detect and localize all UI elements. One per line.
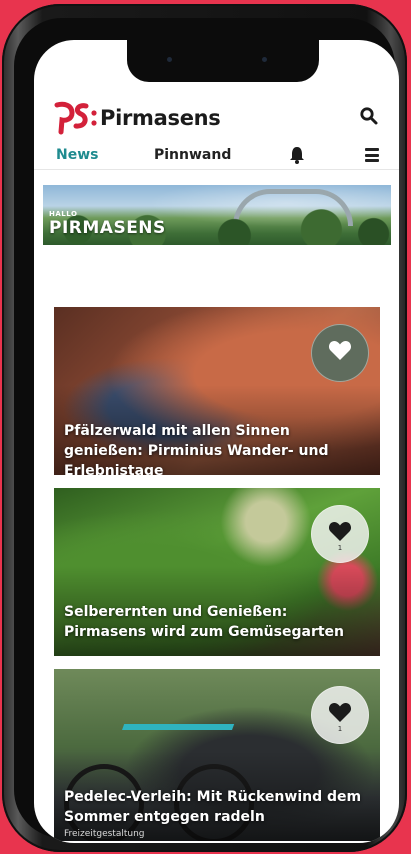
phone-notch bbox=[127, 40, 319, 82]
hallo-pirmasens-banner[interactable]: HALLO PIRMASENS bbox=[43, 185, 391, 245]
app-screen: Pirmasens News Pinnwand HALLO PIRMASENS … bbox=[34, 40, 399, 843]
article-category[interactable]: Freizeitgestaltung bbox=[64, 829, 145, 839]
article-title[interactable]: Pedelec-Verleih: Mit Rückenwind dem Somm… bbox=[64, 787, 370, 827]
search-icon[interactable] bbox=[359, 106, 379, 126]
menu-icon[interactable] bbox=[365, 148, 379, 162]
like-button[interactable] bbox=[311, 324, 369, 382]
banner-title: PIRMASENS bbox=[49, 218, 166, 238]
heart-icon bbox=[328, 341, 352, 360]
article-card[interactable]: 1 Pedelec-Verleih: Mit Rückenwind dem So… bbox=[54, 669, 380, 841]
ps-logo-mark bbox=[54, 101, 98, 135]
like-count: 1 bbox=[337, 544, 343, 552]
app-header: Pirmasens bbox=[34, 98, 399, 138]
banner-small-text: HALLO bbox=[49, 210, 78, 218]
like-button[interactable]: 1 bbox=[311, 686, 369, 744]
article-card[interactable]: 1 Selberernten und Genießen: Pirmasens w… bbox=[54, 488, 380, 656]
like-button[interactable]: 1 bbox=[311, 505, 369, 563]
app-logo[interactable]: Pirmasens bbox=[54, 101, 221, 135]
phone-bezel: Pirmasens News Pinnwand HALLO PIRMASENS … bbox=[14, 18, 399, 843]
heart-icon bbox=[328, 703, 352, 722]
tab-pinnwand[interactable]: Pinnwand bbox=[154, 147, 231, 163]
logo-text: Pirmasens bbox=[100, 106, 221, 130]
like-count: 1 bbox=[337, 725, 343, 733]
article-card[interactable]: Pfälzerwald mit allen Sinnen genießen: P… bbox=[54, 307, 380, 475]
article-title[interactable]: Selberernten und Genießen: Pirmasens wir… bbox=[64, 602, 370, 642]
article-title[interactable]: Pfälzerwald mit allen Sinnen genießen: P… bbox=[64, 421, 370, 475]
main-nav: News Pinnwand bbox=[34, 141, 399, 170]
bell-icon[interactable] bbox=[289, 146, 305, 164]
tab-news[interactable]: News bbox=[56, 147, 98, 163]
phone-frame: Pirmasens News Pinnwand HALLO PIRMASENS … bbox=[2, 4, 407, 852]
heart-icon bbox=[328, 522, 352, 541]
